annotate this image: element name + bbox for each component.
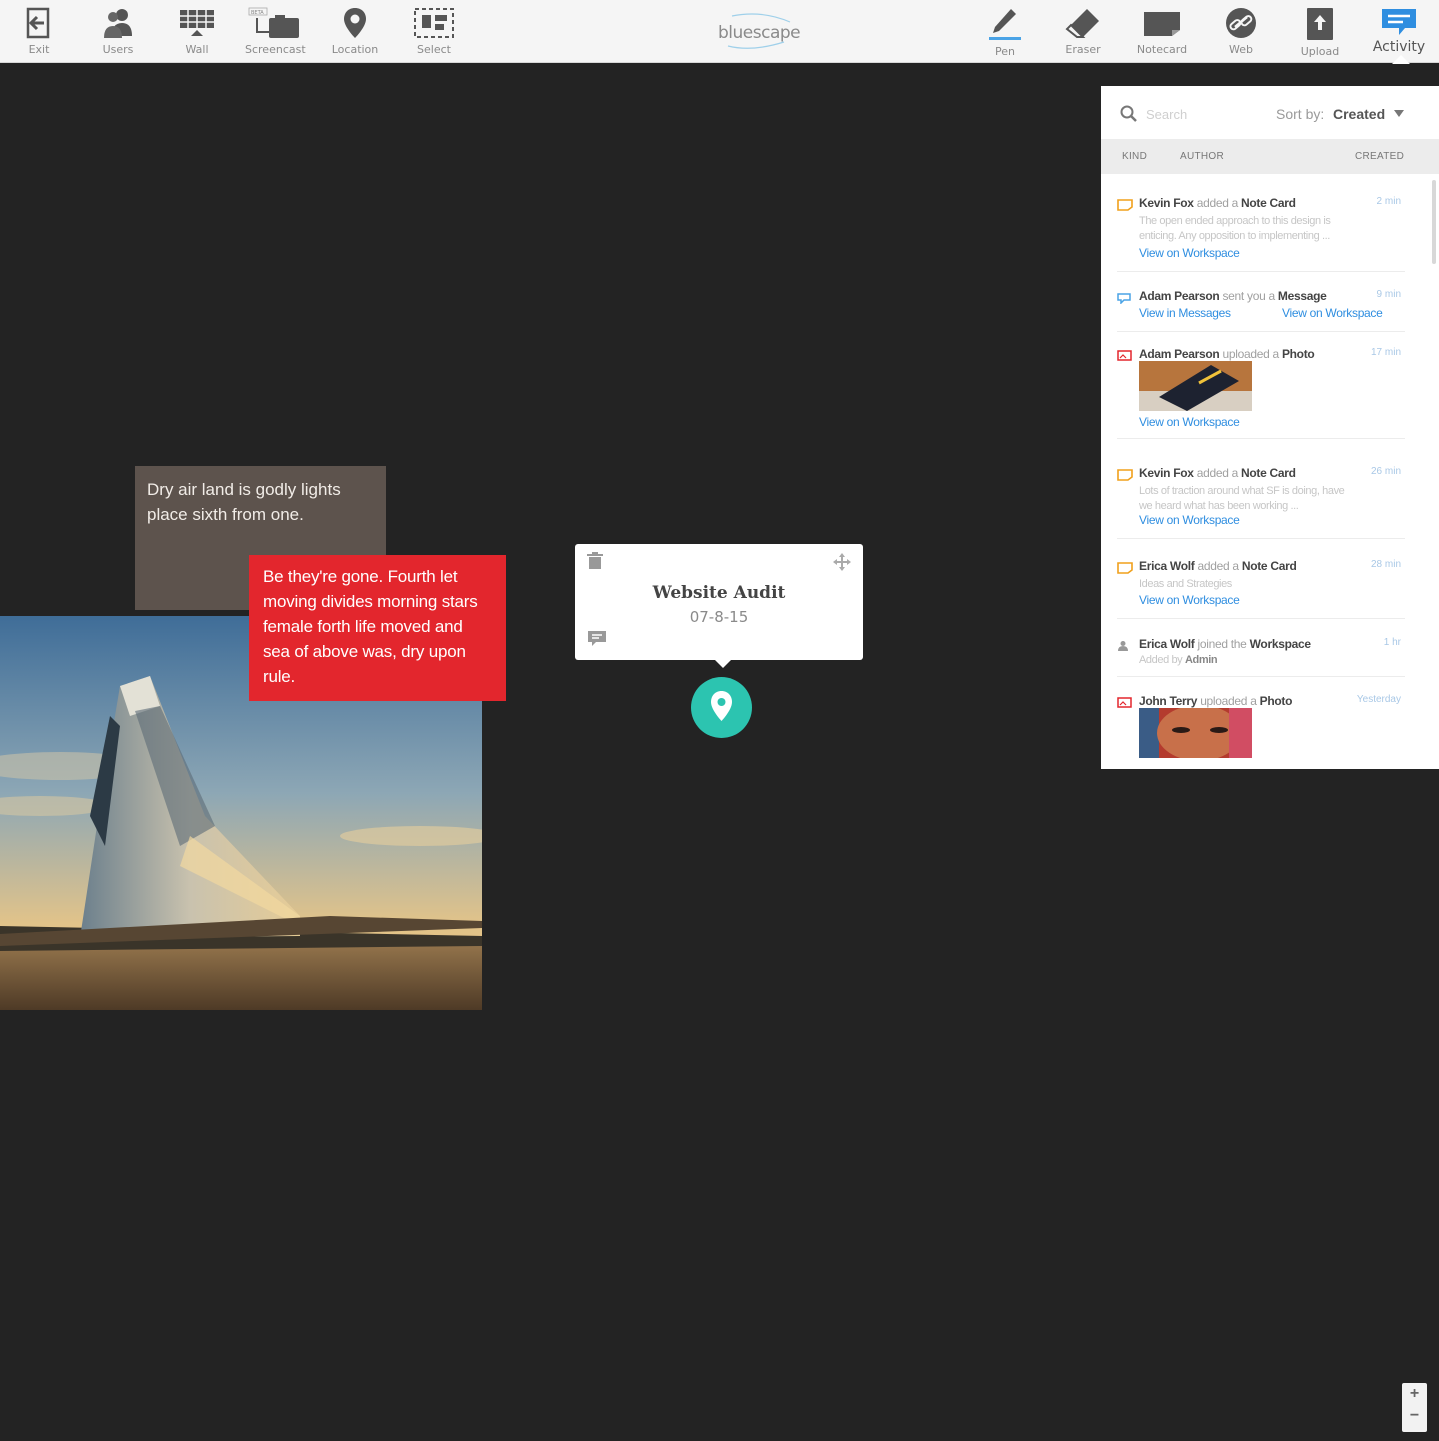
select-button[interactable]: Select	[404, 4, 464, 60]
activity-time: 17 min	[1370, 347, 1401, 358]
activity-search-row: Sort by: Created	[1101, 86, 1439, 139]
column-kind[interactable]: KIND	[1122, 151, 1147, 162]
phone-photo-thumbnail	[1139, 361, 1252, 411]
activity-description: The open ended approach to this design i…	[1139, 215, 1331, 242]
notecard-kind-icon	[1117, 469, 1133, 481]
sort-label: Sort by:	[1276, 106, 1325, 122]
notecard-icon	[1144, 12, 1180, 36]
comment-icon[interactable]	[587, 630, 607, 648]
wall-icon	[180, 10, 214, 36]
move-icon[interactable]	[832, 552, 852, 572]
view-on-workspace-link[interactable]: View on Workspace	[1139, 415, 1240, 429]
activity-item[interactable]: Kevin Fox added a Note Card 2 min The op…	[1117, 194, 1405, 272]
activity-item[interactable]: Erica Wolf added a Note Card 28 min Idea…	[1117, 557, 1405, 619]
activity-time: 9 min	[1376, 289, 1401, 300]
photo-thumbnail[interactable]	[1139, 708, 1252, 758]
view-on-workspace-link[interactable]: View on Workspace	[1139, 246, 1240, 260]
upload-icon	[1307, 8, 1333, 40]
view-on-workspace-link[interactable]: View on Workspace	[1139, 593, 1240, 607]
activity-author[interactable]: Kevin Fox	[1139, 196, 1194, 210]
activity-item[interactable]: Adam Pearson uploaded a Photo 17 min Vie…	[1117, 345, 1405, 439]
location-pin-icon	[344, 8, 366, 38]
location-button[interactable]: Location	[325, 4, 385, 60]
web-button[interactable]: Web	[1211, 4, 1271, 60]
activity-panel: Sort by: Created KIND AUTHOR CREATED Kev…	[1101, 86, 1439, 769]
location-marker-card[interactable]: Website Audit 07-8-15	[575, 544, 863, 668]
zoom-out-button[interactable]: −	[1402, 1407, 1427, 1425]
activity-author[interactable]: Erica Wolf	[1139, 559, 1195, 573]
exit-icon	[26, 7, 50, 39]
activity-column-header: KIND AUTHOR CREATED	[1101, 139, 1439, 174]
wall-button[interactable]: Wall	[167, 4, 227, 60]
pen-icon	[989, 9, 1021, 40]
users-icon	[104, 9, 132, 38]
activity-list: Kevin Fox added a Note Card 2 min The op…	[1101, 174, 1439, 769]
view-on-workspace-link[interactable]: View on Workspace	[1282, 306, 1383, 320]
activity-panel-caret	[1392, 55, 1410, 64]
eraser-button[interactable]: Eraser	[1053, 4, 1113, 60]
activity-author[interactable]: Adam Pearson	[1139, 289, 1220, 303]
activity-description: Added by Admin	[1139, 654, 1218, 666]
photo-kind-icon	[1117, 350, 1132, 361]
activity-author[interactable]: Kevin Fox	[1139, 466, 1194, 480]
activity-scrollbar[interactable]	[1432, 180, 1436, 264]
notecard-button[interactable]: Notecard	[1132, 4, 1192, 60]
column-created[interactable]: CREATED	[1355, 151, 1404, 162]
activity-time: 2 min	[1376, 196, 1401, 207]
users-button[interactable]: Users	[88, 4, 148, 60]
note-card-red-text: Be they're gone. Fourth let moving divid…	[263, 567, 478, 686]
photo-kind-icon	[1117, 697, 1132, 708]
activity-item[interactable]: John Terry uploaded a Photo Yesterday	[1117, 692, 1405, 769]
sort-dropdown[interactable]: Created	[1333, 106, 1385, 122]
activity-icon	[1382, 9, 1416, 35]
zoom-control: + −	[1402, 1383, 1427, 1432]
activity-description: Lots of traction around what SF is doing…	[1139, 485, 1345, 512]
beta-badge: BETA	[251, 10, 264, 16]
view-on-workspace-link[interactable]: View on Workspace	[1139, 513, 1240, 527]
message-kind-icon	[1117, 293, 1131, 304]
zoom-in-button[interactable]: +	[1402, 1385, 1427, 1403]
activity-time: 28 min	[1370, 559, 1401, 570]
screencast-icon: BETA	[248, 7, 299, 38]
link-icon	[1226, 8, 1256, 38]
location-pin-marker[interactable]	[691, 677, 752, 738]
note-card-red[interactable]: Be they're gone. Fourth let moving divid…	[249, 555, 506, 701]
trash-icon[interactable]	[587, 552, 603, 570]
pen-button[interactable]: Pen	[975, 4, 1035, 60]
activity-description: Ideas and Strategies	[1139, 578, 1232, 590]
select-icon	[414, 8, 454, 38]
user-kind-icon	[1118, 641, 1128, 651]
note-card-brown-text: Dry air land is godly lights place sixth…	[147, 480, 341, 524]
activity-time: 26 min	[1370, 466, 1401, 477]
column-author[interactable]: AUTHOR	[1180, 151, 1224, 162]
toolbar: Exit Users Wall BETA Screencast Location…	[0, 0, 1439, 63]
face-photo-thumbnail	[1139, 708, 1252, 758]
photo-thumbnail[interactable]	[1139, 361, 1252, 411]
location-title: Website Audit	[652, 583, 786, 603]
exit-button[interactable]: Exit	[9, 4, 69, 60]
activity-author[interactable]: Erica Wolf	[1139, 637, 1195, 651]
activity-button[interactable]: Activity	[1369, 4, 1429, 60]
chevron-down-icon[interactable]	[1394, 110, 1404, 117]
activity-item[interactable]: Adam Pearson sent you a Message 9 min Vi…	[1117, 287, 1405, 332]
activity-time: Yesterday	[1356, 694, 1401, 705]
view-in-messages-link[interactable]: View in Messages	[1139, 306, 1231, 320]
activity-item[interactable]: Erica Wolf joined the Workspace 1 hr Add…	[1117, 635, 1405, 677]
screencast-button[interactable]: BETA Screencast	[245, 4, 306, 60]
activity-time: 1 hr	[1383, 637, 1401, 648]
activity-author[interactable]: John Terry	[1139, 694, 1197, 708]
activity-search-input[interactable]	[1146, 103, 1256, 125]
upload-button[interactable]: Upload	[1290, 4, 1350, 60]
location-date: 07-8-15	[689, 608, 749, 626]
activity-item[interactable]: Kevin Fox added a Note Card 26 min Lots …	[1117, 464, 1405, 539]
bluescape-logo: bluescape	[712, 12, 804, 50]
activity-author[interactable]: Adam Pearson	[1139, 347, 1220, 361]
notecard-kind-icon	[1117, 199, 1133, 211]
notecard-kind-icon	[1117, 562, 1133, 574]
map-pin-icon	[711, 691, 732, 721]
eraser-icon	[1065, 9, 1099, 38]
search-icon	[1120, 105, 1137, 122]
